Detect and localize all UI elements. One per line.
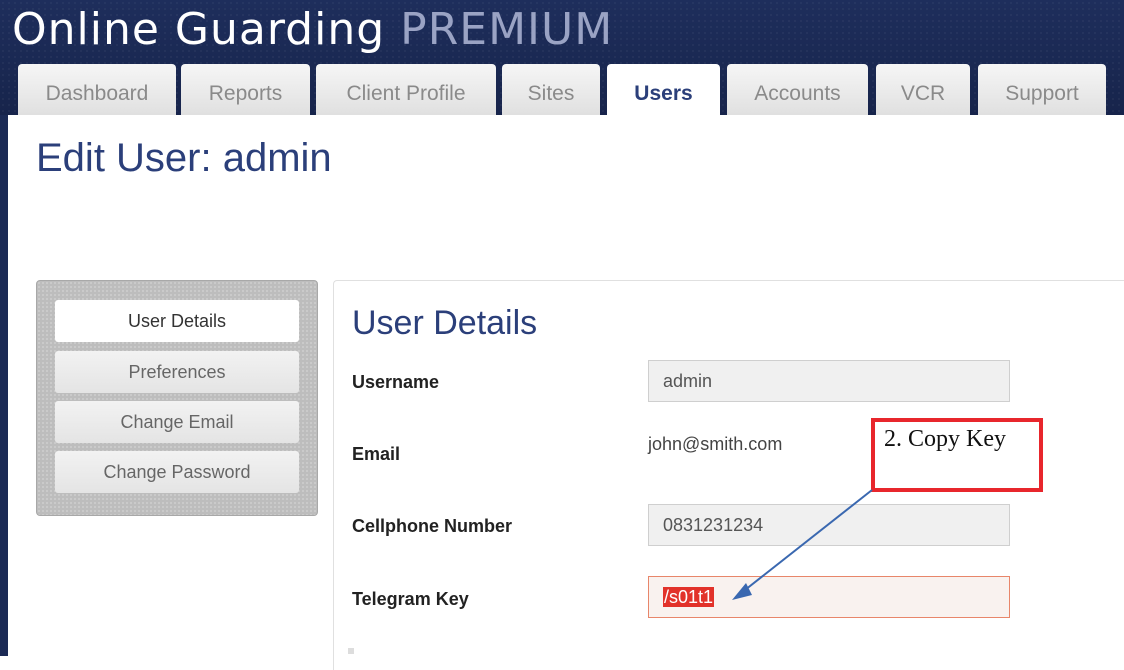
brand-main-text: Online Guarding: [12, 4, 386, 55]
section-title: User Details: [352, 304, 538, 342]
tab-client-profile[interactable]: Client Profile: [316, 64, 496, 115]
sidebar-panel: User Details Preferences Change Email Ch…: [36, 280, 318, 516]
telegram-key-field[interactable]: /s01t1: [648, 576, 1010, 618]
cellphone-label: Cellphone Number: [352, 516, 513, 536]
tab-accounts[interactable]: Accounts: [727, 64, 868, 115]
top-header: Online Guarding PREMIUM Dashboard Report…: [0, 0, 1124, 115]
sidebar-item-preferences[interactable]: Preferences: [55, 351, 299, 393]
brand-logo[interactable]: Online Guarding PREMIUM: [12, 2, 613, 58]
email-value: john@smith.com: [648, 434, 783, 454]
page-title: Edit User: admin: [36, 136, 332, 180]
copy-key-callout-text: 2. Copy Key: [884, 426, 1006, 452]
username-field[interactable]: admin: [648, 360, 1010, 402]
sidebar-item-change-password[interactable]: Change Password: [55, 451, 299, 493]
username-label: Username: [352, 372, 440, 392]
tab-dashboard[interactable]: Dashboard: [18, 64, 176, 115]
tab-users[interactable]: Users: [607, 64, 720, 115]
telegram-key-label: Telegram Key: [352, 589, 469, 609]
tab-support[interactable]: Support: [978, 64, 1106, 115]
sidebar-item-user-details[interactable]: User Details: [55, 300, 299, 342]
cellphone-field[interactable]: 0831231234: [648, 504, 1010, 546]
tab-sites[interactable]: Sites: [502, 64, 600, 115]
divider-mark: [348, 648, 354, 654]
tab-reports[interactable]: Reports: [181, 64, 310, 115]
brand-premium-text: PREMIUM: [400, 4, 614, 55]
sidebar-item-change-email[interactable]: Change Email: [55, 401, 299, 443]
email-label: Email: [352, 444, 401, 464]
tab-vcr[interactable]: VCR: [876, 64, 970, 115]
left-border: [0, 115, 8, 656]
telegram-key-selected-text: /s01t1: [663, 587, 715, 607]
